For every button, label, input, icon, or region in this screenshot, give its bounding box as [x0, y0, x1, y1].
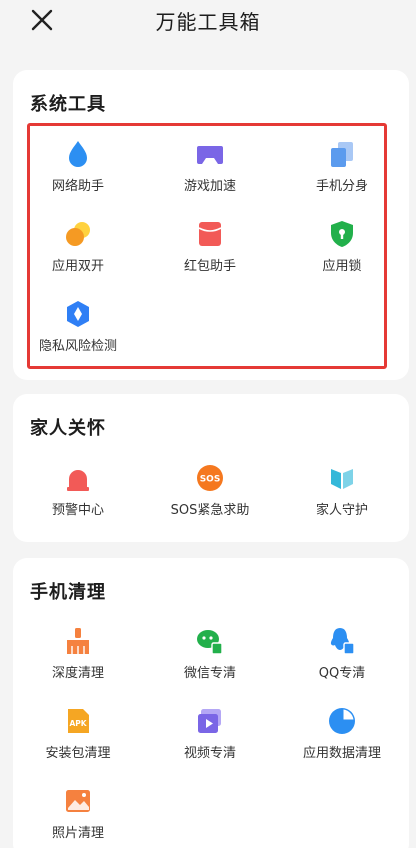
shield-lock-icon [331, 221, 353, 247]
family-guard-icon [331, 469, 353, 489]
tool-alert-center[interactable]: 预警中心 [18, 463, 138, 533]
tool-dual-apps[interactable]: 应用双开 [18, 219, 138, 289]
qq-clean-icon [330, 628, 355, 655]
privacy-detect-icon [67, 301, 89, 327]
tool-photo-clean[interactable]: 照片清理 [18, 786, 138, 848]
header: 万能工具箱 [0, 0, 416, 40]
tool-label: 深度清理 [51, 666, 104, 681]
broom-icon [67, 628, 89, 654]
tool-label: 家人守护 [315, 503, 368, 518]
tool-app-lock[interactable]: 应用锁 [282, 219, 402, 289]
tool-wechat-clean[interactable]: 微信专清 [150, 626, 270, 696]
tool-label: 应用数据清理 [302, 746, 381, 761]
dual-coin-icon [66, 222, 90, 246]
tool-label: SOS紧急求助 [170, 503, 250, 518]
tool-label: 应用双开 [51, 259, 104, 274]
tool-label: 红包助手 [183, 259, 236, 274]
tool-label: 手机分身 [315, 179, 368, 194]
tool-qq-clean[interactable]: QQ专清 [282, 626, 402, 696]
wechat-clean-icon [197, 630, 223, 655]
water-drop-icon [69, 141, 87, 167]
tool-label: 微信专清 [183, 666, 236, 681]
alarm-light-icon [67, 470, 89, 491]
tool-label: 预警中心 [51, 503, 104, 518]
tool-sos-help[interactable]: SOS SOS紧急求助 [150, 463, 270, 533]
tool-label: 应用锁 [322, 259, 362, 274]
apk-icon: APK [68, 709, 89, 733]
svg-text:SOS: SOS [200, 475, 221, 485]
red-envelope-icon [198, 222, 222, 246]
tool-label: 游戏加速 [183, 179, 236, 194]
tool-label: 视频专清 [183, 746, 236, 761]
tool-network-assistant[interactable]: 网络助手 [18, 139, 138, 209]
family-care-title: 家人关怀 [30, 418, 106, 439]
tool-label: 隐私风险检测 [38, 339, 117, 354]
tool-app-data-clean[interactable]: 应用数据清理 [282, 706, 402, 776]
tool-label: QQ专清 [318, 666, 366, 681]
tool-privacy-detect[interactable]: 隐私风险检测 [18, 299, 138, 369]
tool-deep-clean[interactable]: 深度清理 [18, 626, 138, 696]
pie-chart-icon [329, 708, 355, 734]
tool-red-envelope[interactable]: 红包助手 [150, 219, 270, 289]
tool-game-boost[interactable]: 游戏加速 [150, 139, 270, 209]
gamepad-icon [197, 146, 223, 164]
tool-label: 网络助手 [51, 179, 104, 194]
tool-label: 照片清理 [51, 826, 104, 841]
apk-badge-text: APK [69, 719, 87, 728]
phone-clean-title: 手机清理 [30, 582, 106, 603]
photo-icon [66, 790, 90, 812]
tool-app-clone[interactable]: 手机分身 [282, 139, 402, 209]
system-tools-title: 系统工具 [30, 94, 106, 115]
sos-icon: SOS [197, 465, 223, 491]
video-icon [198, 709, 221, 733]
tool-apk-clean[interactable]: APK 安装包清理 [18, 706, 138, 776]
tool-label: 安装包清理 [45, 746, 111, 761]
tool-family-guard[interactable]: 家人守护 [282, 463, 402, 533]
clone-icon [331, 142, 353, 167]
tool-video-clean[interactable]: 视频专清 [150, 706, 270, 776]
page-title: 万能工具箱 [155, 10, 261, 34]
